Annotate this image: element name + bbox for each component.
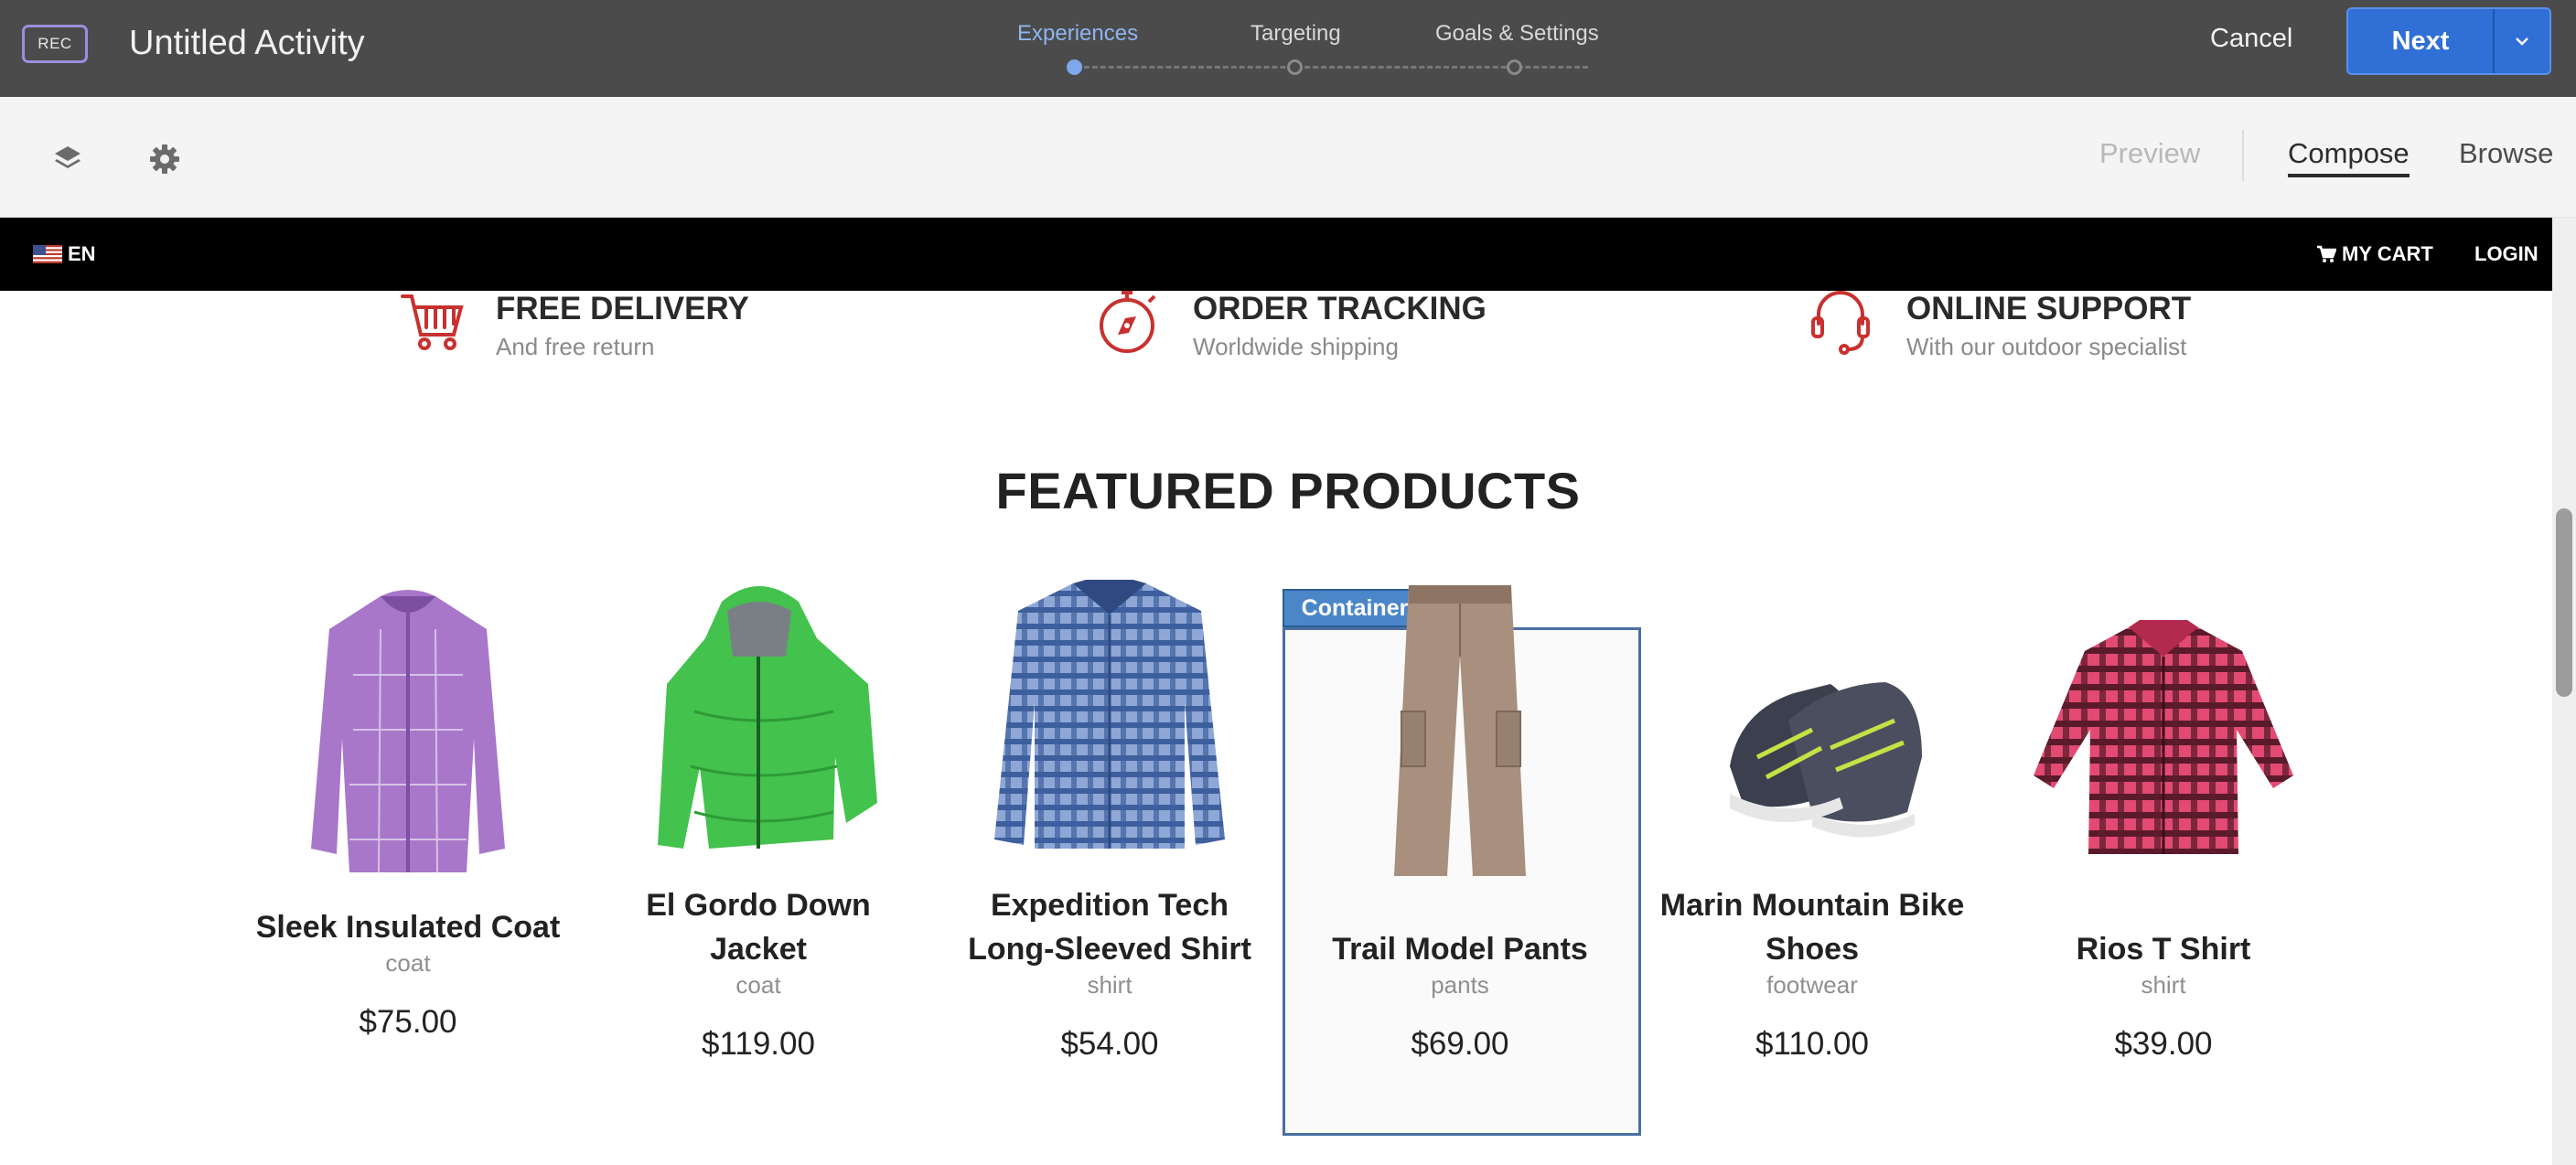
layers-icon[interactable] — [49, 141, 86, 177]
product-card[interactable]: Marin Mountain Bike Shoes footwear $110.… — [1637, 574, 1988, 1165]
product-name[interactable]: Expedition Tech — [934, 883, 1285, 927]
feature-subtitle: With our outdoor specialist — [1906, 333, 2187, 360]
product-price: $69.00 — [1411, 1026, 1509, 1062]
rec-badge[interactable]: REC — [22, 25, 88, 63]
feature-title: FREE DELIVERY — [496, 291, 749, 326]
mode-divider — [2242, 130, 2244, 181]
product-category: shirt — [2141, 971, 2186, 999]
headset-icon — [1811, 291, 1870, 355]
feature-title: ONLINE SUPPORT — [1906, 291, 2192, 326]
next-button-group[interactable]: Next — [2346, 7, 2551, 75]
language-selector[interactable]: EN — [68, 242, 96, 266]
my-cart-link[interactable]: MY CART — [2316, 242, 2433, 266]
product-name[interactable]: El Gordo Down — [583, 883, 934, 927]
page-content: FREE DELIVERY And free return ORDER TRAC… — [0, 291, 2552, 1165]
product-image[interactable] — [1323, 574, 1597, 876]
feature-subtitle: And free return — [496, 333, 655, 360]
product-category: coat — [385, 949, 431, 977]
section-title: FEATURED PRODUCTS — [995, 462, 1581, 519]
workflow-steps: Experiences Targeting Goals & Settings — [988, 0, 1628, 97]
product-price: $75.00 — [359, 1004, 457, 1040]
product-card[interactable]: Sleek Insulated Coat coat $75.00 — [232, 574, 584, 1165]
cart-icon — [2317, 245, 2336, 262]
cart-icon — [401, 294, 464, 350]
us-flag-icon[interactable] — [33, 245, 62, 263]
mode-compose[interactable]: Compose — [2288, 137, 2410, 177]
cancel-button[interactable]: Cancel — [2210, 24, 2292, 54]
step-experiences[interactable]: Experiences — [1017, 21, 1138, 47]
product-price: $110.00 — [1755, 1026, 1869, 1062]
product-image[interactable] — [2026, 574, 2301, 876]
product-category: pants — [1431, 971, 1489, 999]
product-category: footwear — [1766, 971, 1858, 999]
login-link[interactable]: LOGIN — [2474, 242, 2538, 266]
editor-toolbar: Preview Compose Browse — [0, 97, 2576, 218]
product-price: $54.00 — [1060, 1026, 1159, 1062]
feature-title: ORDER TRACKING — [1193, 291, 1487, 326]
step-targeting[interactable]: Targeting — [1250, 21, 1341, 47]
product-category: shirt — [1087, 971, 1132, 999]
product-name[interactable]: Rios T Shirt — [1988, 927, 2339, 971]
product-image[interactable] — [271, 574, 545, 876]
product-card[interactable]: Rios T Shirt shirt $39.00 — [1988, 574, 2339, 1165]
site-navbar: EN MY CART LOGIN — [0, 218, 2552, 291]
product-name[interactable]: Marin Mountain Bike — [1637, 883, 1988, 927]
gear-icon[interactable] — [146, 141, 183, 177]
activity-header: REC Untitled Activity Experiences Target… — [0, 0, 2576, 97]
product-image[interactable] — [621, 574, 896, 876]
mode-browse[interactable]: Browse — [2459, 137, 2553, 170]
step-dot-goals-settings[interactable] — [1507, 59, 1522, 75]
compass-icon — [1100, 291, 1156, 353]
feature-subtitle: Worldwide shipping — [1193, 333, 1399, 360]
product-image[interactable] — [1675, 574, 1949, 876]
scrollbar-thumb[interactable] — [2556, 508, 2572, 697]
chevron-down-icon[interactable] — [2495, 9, 2549, 73]
product-category: coat — [735, 971, 781, 999]
next-button[interactable]: Next — [2348, 9, 2495, 73]
page-scrollbar[interactable] — [2552, 218, 2576, 1165]
product-card[interactable]: Expedition Tech Long-Sleeved Shirt shirt… — [934, 574, 1285, 1165]
step-dot-targeting[interactable] — [1287, 59, 1303, 75]
product-card[interactable]: El Gordo Down Jacket coat $119.00 — [583, 574, 934, 1165]
step-dot-experiences[interactable] — [1067, 59, 1082, 75]
product-price: $39.00 — [2114, 1026, 2213, 1062]
activity-title[interactable]: Untitled Activity — [129, 24, 365, 63]
product-name[interactable]: Sleek Insulated Coat — [232, 905, 584, 949]
product-price: $119.00 — [702, 1026, 815, 1062]
mode-preview[interactable]: Preview — [2099, 137, 2200, 170]
product-name-line2[interactable]: Jacket — [583, 927, 934, 971]
product-image[interactable] — [972, 574, 1247, 876]
product-card[interactable]: Trail Model Pants pants $69.00 — [1284, 574, 1636, 1165]
product-name-line2[interactable]: Long-Sleeved Shirt — [934, 927, 1285, 971]
my-cart-label: MY CART — [2342, 242, 2433, 265]
step-goals-settings[interactable]: Goals & Settings — [1435, 21, 1599, 47]
product-name[interactable]: Trail Model Pants — [1284, 927, 1636, 971]
product-name-line2[interactable]: Shoes — [1637, 927, 1988, 971]
